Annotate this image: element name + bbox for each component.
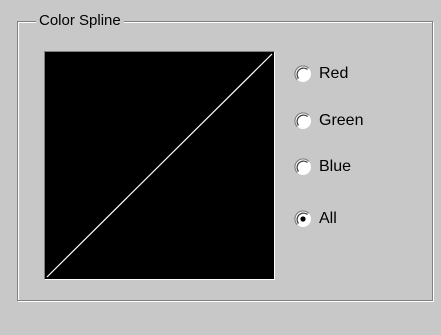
radio-label-red: Red — [319, 65, 349, 82]
radio-button-icon[interactable] — [294, 112, 312, 130]
color-spline-editor[interactable] — [44, 51, 275, 280]
radio-label-all: All — [319, 210, 337, 227]
radio-label-blue: Blue — [319, 158, 352, 175]
groupbox-title: Color Spline — [36, 11, 124, 31]
radio-label-green: Green — [319, 112, 364, 129]
spline-graph — [46, 53, 273, 278]
radio-red[interactable]: Red — [294, 62, 348, 86]
radio-button-icon[interactable] — [294, 158, 312, 176]
radio-blue[interactable]: Blue — [294, 155, 351, 179]
radio-all[interactable]: All — [294, 207, 337, 231]
spline-curve[interactable] — [46, 53, 273, 278]
radio-dot-icon — [300, 216, 306, 222]
radio-button-icon[interactable] — [294, 65, 312, 83]
radio-green[interactable]: Green — [294, 109, 363, 133]
radio-button-selected-icon[interactable] — [294, 210, 312, 228]
